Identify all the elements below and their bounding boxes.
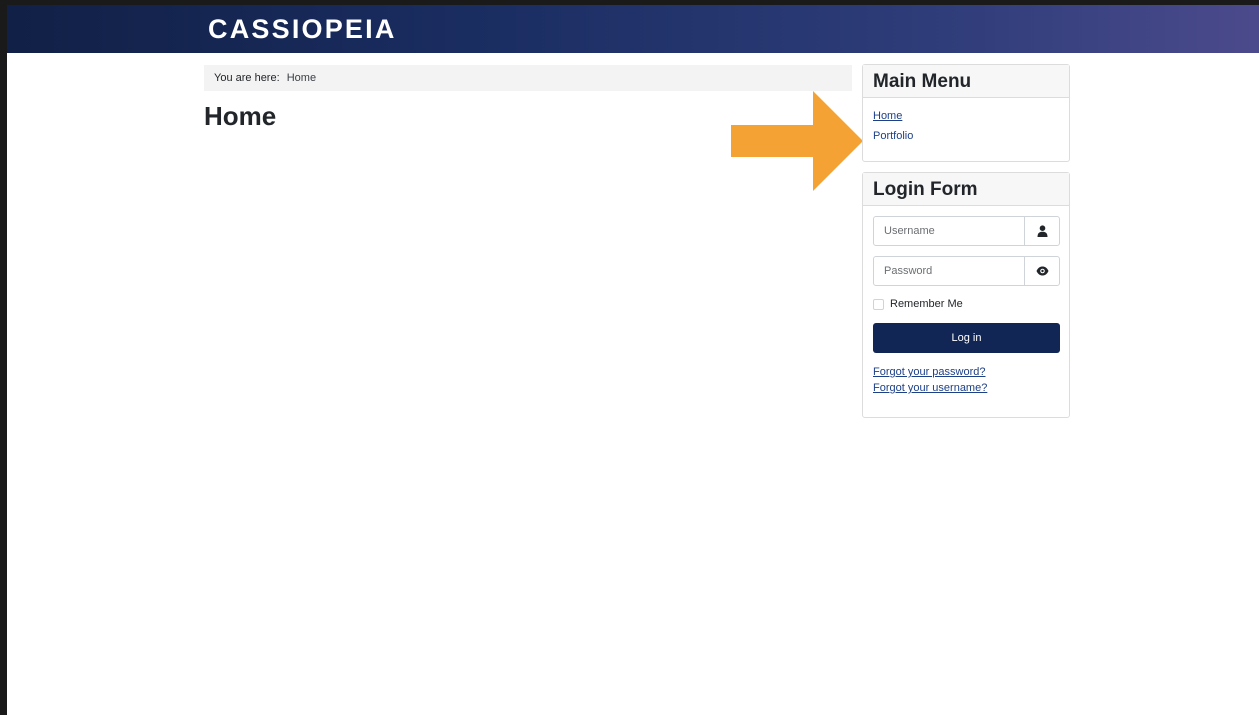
breadcrumb-prefix: You are here: xyxy=(214,72,280,84)
login-button[interactable]: Log in xyxy=(873,323,1060,353)
page-frame: CASSIOPEIA You are here: Home Home Main … xyxy=(7,5,1259,715)
username-input[interactable] xyxy=(874,217,1024,245)
login-form-title: Login Form xyxy=(863,173,1069,206)
login-form-body: Remember Me Log in Forgot your password?… xyxy=(863,206,1069,396)
user-icon xyxy=(1024,217,1059,245)
arrow-right-icon xyxy=(731,91,863,191)
password-input[interactable] xyxy=(874,257,1024,285)
password-group xyxy=(873,256,1060,286)
username-group xyxy=(873,216,1060,246)
main-menu-module: Main Menu Home Portfolio xyxy=(862,64,1070,162)
remember-me-label[interactable]: Remember Me xyxy=(890,298,963,310)
menu-item-home: Home xyxy=(873,110,1069,122)
remember-me-checkbox[interactable] xyxy=(873,298,884,310)
main-menu-title: Main Menu xyxy=(863,65,1069,98)
site-header: CASSIOPEIA xyxy=(7,5,1259,53)
eye-icon[interactable] xyxy=(1024,257,1059,285)
menu-item-portfolio: Portfolio xyxy=(873,130,1069,142)
remember-me-row: Remember Me xyxy=(873,296,1059,312)
menu-link-home[interactable]: Home xyxy=(873,110,902,122)
forgot-username-link[interactable]: Forgot your username? xyxy=(873,380,1059,396)
main-menu-list: Home Portfolio xyxy=(863,98,1069,142)
forgot-password-link[interactable]: Forgot your password? xyxy=(873,364,1059,380)
breadcrumb-current: Home xyxy=(286,72,317,84)
page-title: Home xyxy=(204,101,277,131)
forgot-links: Forgot your password? Forgot your userna… xyxy=(873,364,1059,396)
breadcrumb: You are here: Home xyxy=(204,65,852,91)
login-form-module: Login Form Username Remember Me Log in F… xyxy=(862,172,1070,418)
site-logo[interactable]: CASSIOPEIA xyxy=(208,14,397,45)
menu-link-portfolio[interactable]: Portfolio xyxy=(873,130,913,142)
